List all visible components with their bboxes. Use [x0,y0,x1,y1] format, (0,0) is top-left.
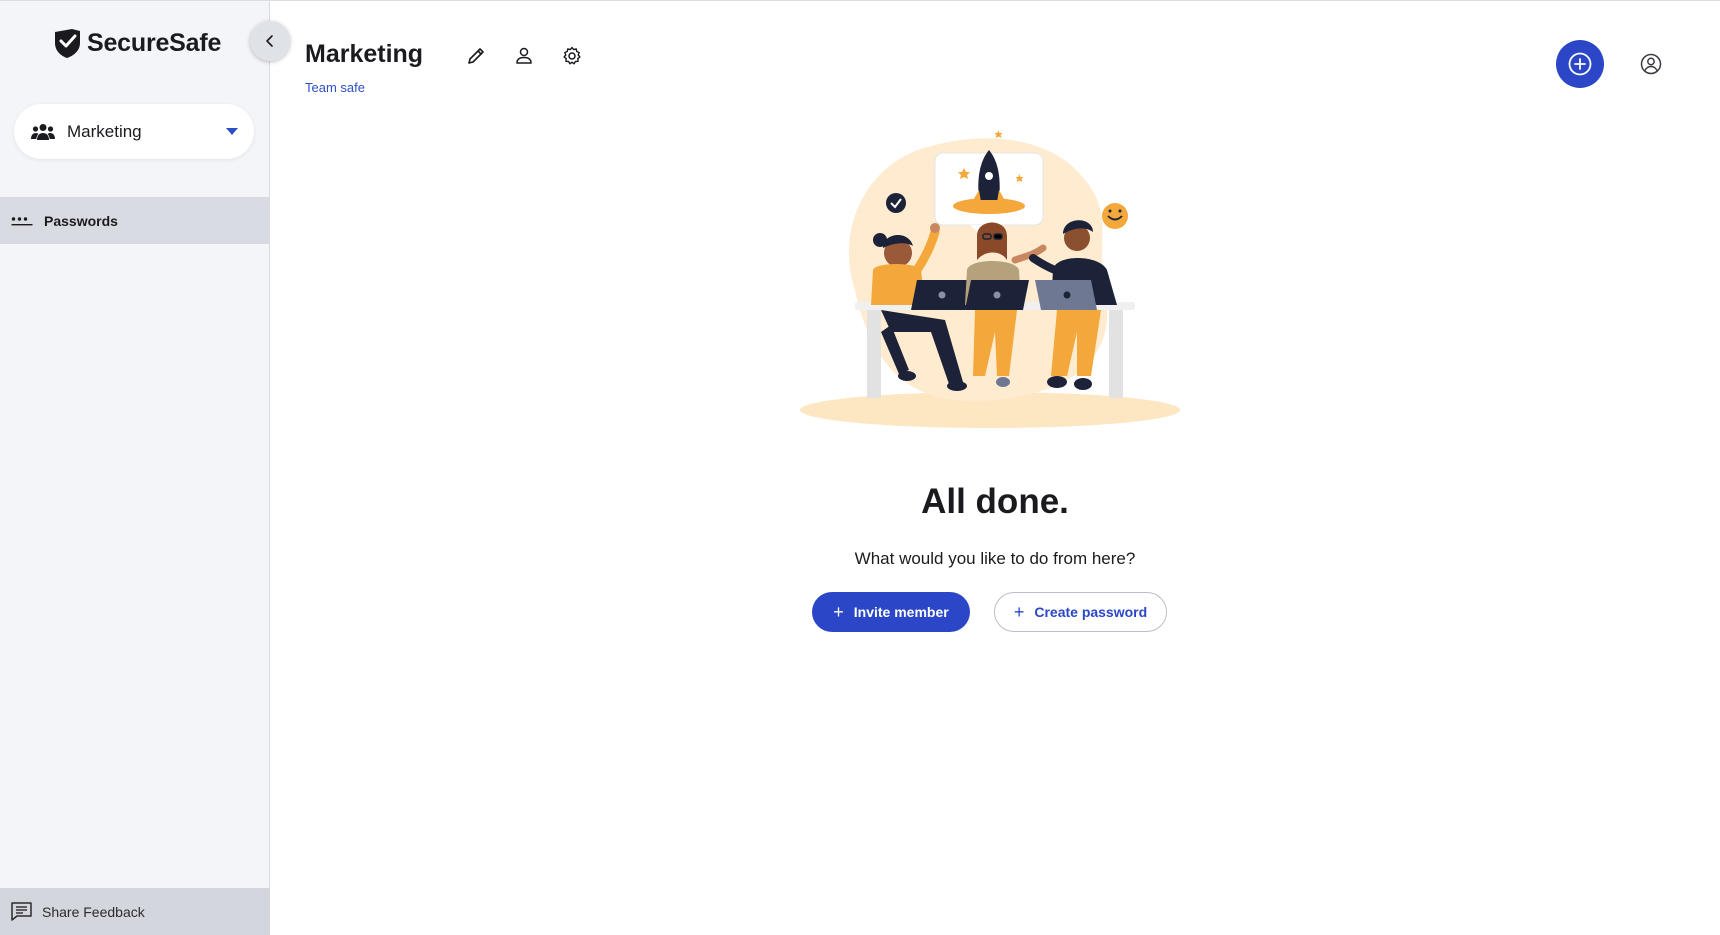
sidebar-item-label: Passwords [44,212,118,229]
empty-state-title: All done. [921,482,1069,521]
create-password-button[interactable]: + Create password [994,592,1167,632]
invite-member-label: Invite member [853,604,949,620]
share-feedback-button[interactable]: Share Feedback [0,888,270,935]
page-title: Marketing [305,40,424,68]
plus-icon: + [1013,602,1025,622]
page-subtitle: Team safe [305,80,365,95]
app-logo[interactable]: SecureSafe [54,28,221,59]
person-icon [516,47,532,64]
team-selector-value: Marketing [67,121,142,141]
edit-team-button[interactable] [464,44,488,68]
gear-icon [563,46,581,65]
empty-state-message: What would you like to do from here? [854,549,1136,568]
top-divider [270,0,1720,1]
team-settings-button[interactable] [560,44,584,68]
sidebar-item-passwords[interactable]: Passwords [0,197,270,244]
account-menu-button[interactable] [1639,52,1663,76]
team-members-button[interactable] [512,44,536,68]
share-feedback-label: Share Feedback [42,903,145,920]
team-illustration [800,130,1180,428]
collapse-sidebar-button[interactable] [250,21,290,61]
team-selector[interactable]: Marketing [14,104,254,159]
chevron-left-icon [266,35,273,47]
chat-bubble-icon [11,902,32,921]
app-name: SecureSafe [87,29,222,57]
caret-down-icon [226,128,238,135]
plus-circle-icon [1568,52,1592,76]
invite-member-button[interactable]: + Invite member [812,592,970,632]
add-button[interactable] [1556,40,1604,88]
pencil-icon [468,48,484,64]
sidebar: SecureSafe Marketing Passwords Share Fee… [0,0,270,935]
create-password-label: Create password [1034,604,1148,620]
dots-icon [11,216,33,225]
user-circle-icon [1640,53,1662,75]
shield-logo-icon [55,29,80,58]
plus-icon: + [833,602,844,622]
team-group-icon [31,123,55,140]
